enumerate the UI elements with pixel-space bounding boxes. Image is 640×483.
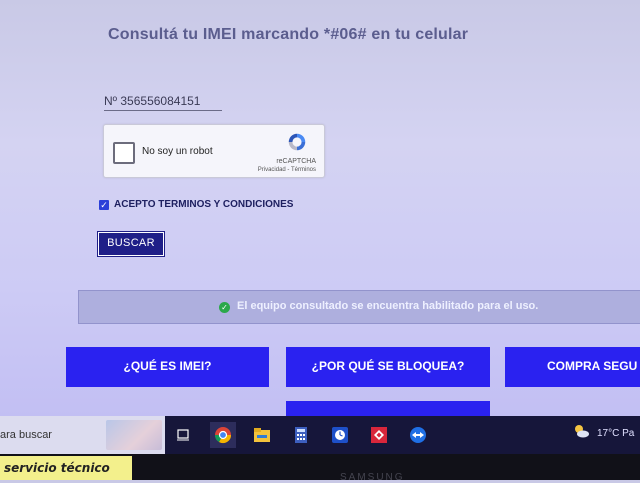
recaptcha-widget[interactable]: No soy un robot reCAPTCHA Privacidad - T… [103,124,325,178]
page-title: Consultá tu IMEI marcando *#06# en tu ce… [108,26,469,43]
monitor-brand-label: SAMSUNG [340,472,405,483]
status-message: El equipo consultado se encuentra habili… [237,300,539,312]
tray-temperature[interactable]: 17°C Pa [597,428,634,439]
recaptcha-links[interactable]: Privacidad - Términos [258,167,316,173]
imei-field[interactable]: Nº 356556084151 [104,94,222,111]
check-circle-icon: ✓ [219,302,230,313]
calculator-icon[interactable] [288,422,314,448]
chrome-icon[interactable] [210,422,236,448]
recaptcha-label: No soy un robot [142,146,213,157]
recaptcha-logo-icon [288,133,306,151]
terms-label: ACEPTO TERMINOS Y CONDICIONES [114,199,294,210]
task-view-icon[interactable] [170,422,196,448]
clock-app-icon[interactable] [327,422,353,448]
file-explorer-icon[interactable] [249,422,275,448]
recaptcha-brand: reCAPTCHA [276,158,316,165]
taskbar: ara buscar 17°C Pa [0,416,640,454]
taskbar-search-text: ara buscar [0,429,52,441]
weather-cloud-sun-icon[interactable] [572,424,590,442]
teamviewer-icon[interactable] [405,422,431,448]
sticker-label: servicio técnico [0,456,132,480]
what-is-imei-button[interactable]: ¿QUÉ ES IMEI? [66,347,269,387]
taskbar-search[interactable]: ara buscar [0,416,165,454]
extra-nav-button[interactable] [286,401,490,417]
terms-checkbox[interactable]: ✓ [99,199,109,210]
anydesk-icon[interactable] [366,422,392,448]
terms-row[interactable]: ✓ ACEPTO TERMINOS Y CONDICIONES [99,199,293,210]
search-highlight-image [106,420,162,450]
why-blocked-button[interactable]: ¿POR QUÉ SE BLOQUEA? [286,347,490,387]
status-banner: ✓ El equipo consultado se encuentra habi… [78,290,640,324]
search-button[interactable]: BUSCAR [97,231,165,257]
recaptcha-checkbox[interactable] [113,142,135,164]
safe-purchase-button[interactable]: COMPRA SEGU [505,347,640,387]
